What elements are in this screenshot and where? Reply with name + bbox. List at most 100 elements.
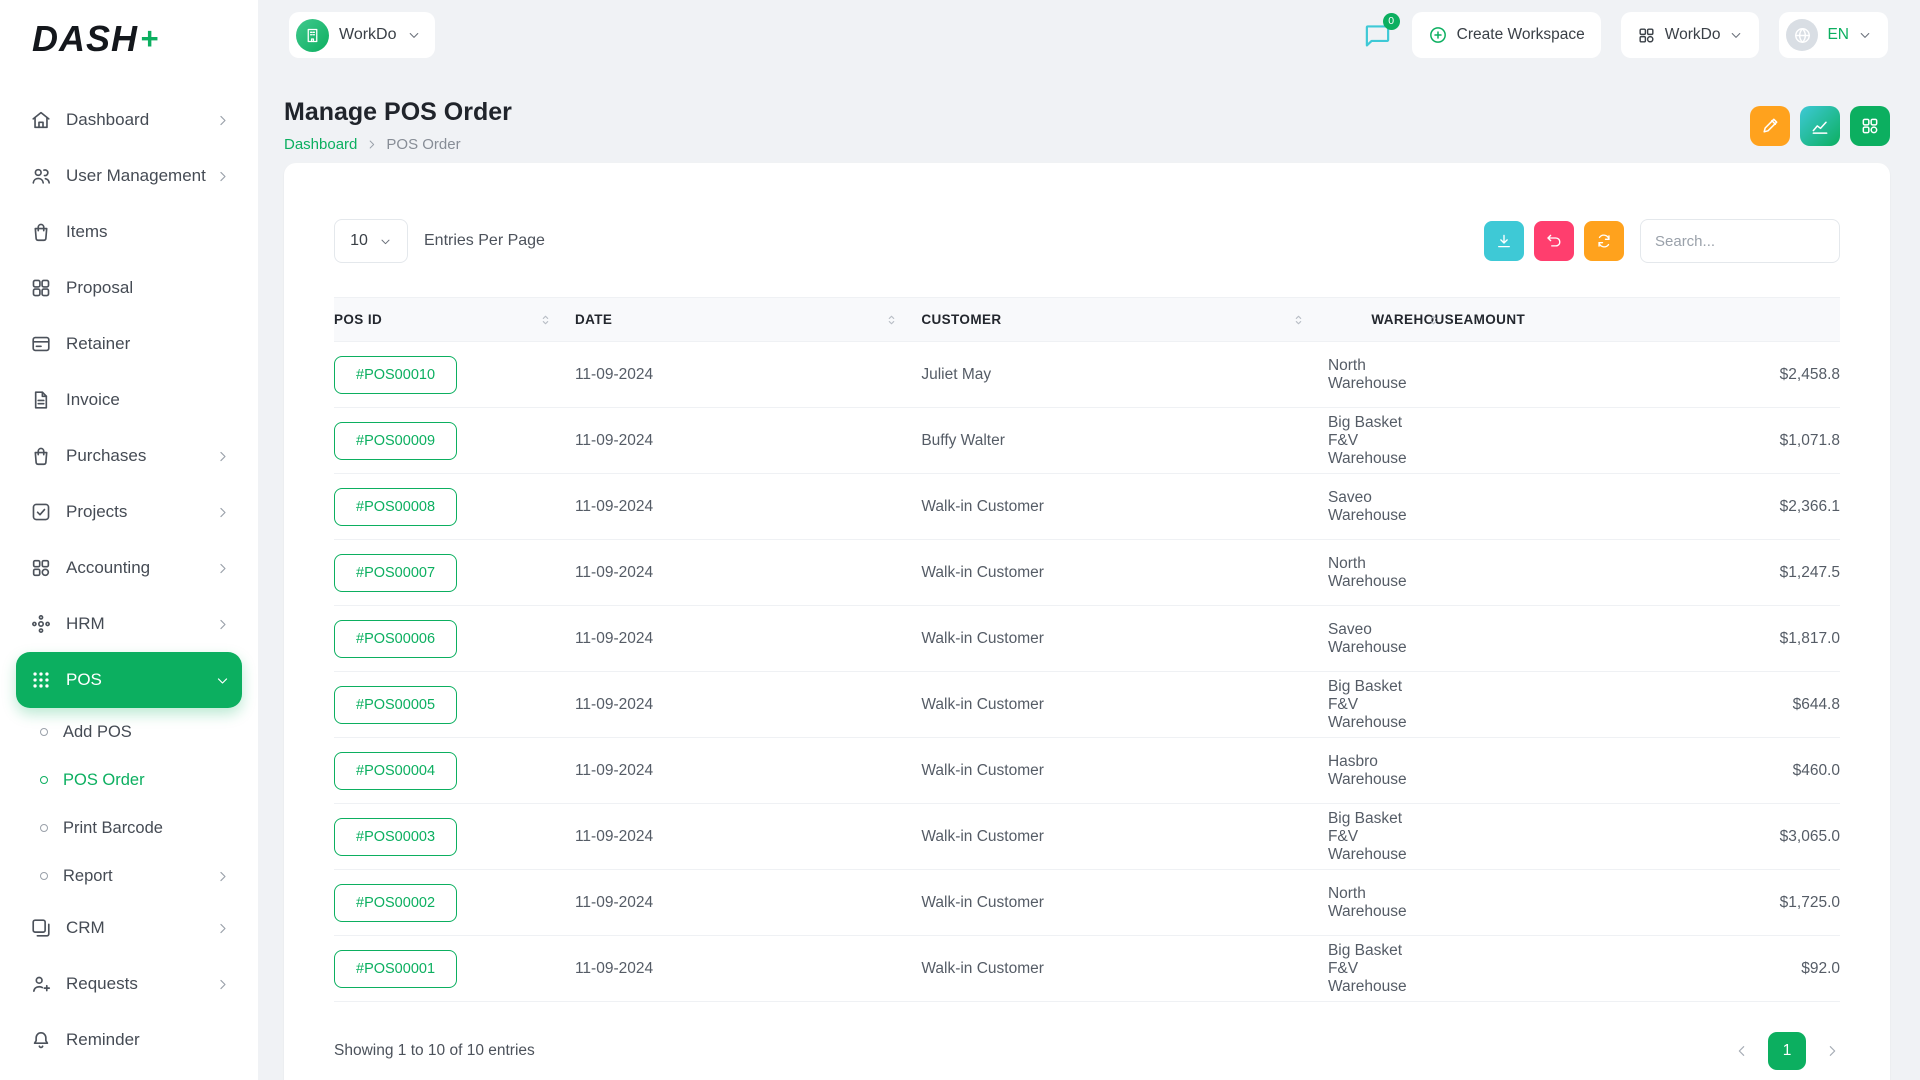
- sort-icon[interactable]: [884, 312, 899, 327]
- table-header-row: POS ID DATE CUSTOMER: [334, 298, 1840, 342]
- sidebar-item-label: Print Barcode: [63, 819, 230, 838]
- pagination-next-button[interactable]: [1824, 1043, 1840, 1059]
- sidebar-item[interactable]: Reminder: [16, 1012, 242, 1068]
- topbar: WorkDo 0 Create Workspace WorkDo: [258, 0, 1920, 70]
- pos-id-badge[interactable]: #POS00002: [334, 884, 457, 922]
- breadcrumb: Dashboard POS Order: [284, 136, 512, 153]
- sidebar-item-label: Report: [63, 867, 215, 886]
- user-menu-label: WorkDo: [1665, 26, 1721, 44]
- chat-button[interactable]: 0: [1363, 21, 1392, 50]
- cell-customer: Buffy Walter: [921, 408, 1328, 474]
- sidebar-item[interactable]: Projects: [16, 484, 242, 540]
- sidebar-item[interactable]: Invoice: [16, 372, 242, 428]
- sidebar-item[interactable]: User Management: [16, 148, 242, 204]
- sidebar-item-label: Items: [66, 222, 230, 242]
- pencil-icon: [1760, 116, 1780, 136]
- search-input[interactable]: [1640, 219, 1840, 263]
- sidebar-item[interactable]: POS Order: [16, 756, 242, 804]
- language-selector[interactable]: EN: [1779, 12, 1888, 58]
- sort-icon[interactable]: [538, 312, 553, 327]
- column-header-label: POS ID: [334, 312, 382, 327]
- sidebar-nav: Dashboard User Management Items: [16, 92, 242, 1068]
- sidebar-item[interactable]: Dashboard: [16, 92, 242, 148]
- pos-id-badge[interactable]: #POS00007: [334, 554, 457, 592]
- pos-id-badge[interactable]: #POS00010: [334, 356, 457, 394]
- topbar-right: 0 Create Workspace WorkDo EN: [1363, 12, 1888, 58]
- home-icon: [30, 109, 52, 131]
- plus-circle-icon: [1428, 25, 1448, 45]
- create-workspace-button[interactable]: Create Workspace: [1412, 12, 1601, 58]
- cell-warehouse: Big Basket F&V Warehouse: [1328, 936, 1464, 1002]
- breadcrumb-dashboard-link[interactable]: Dashboard: [284, 136, 357, 153]
- pagination-prev-button[interactable]: [1734, 1043, 1750, 1059]
- sidebar-item[interactable]: HRM: [16, 596, 242, 652]
- cell-customer: Walk-in Customer: [921, 936, 1328, 1002]
- sidebar-item[interactable]: Proposal: [16, 260, 242, 316]
- cell-date: 11-09-2024: [575, 738, 921, 804]
- sidebar-item[interactable]: Requests: [16, 956, 242, 1012]
- toolbar-right: [1484, 219, 1840, 263]
- column-header[interactable]: CUSTOMER: [921, 298, 1328, 342]
- quick-action-button[interactable]: [1800, 106, 1840, 146]
- pos-id-badge[interactable]: #POS00005: [334, 686, 457, 724]
- sidebar-item[interactable]: Print Barcode: [16, 804, 242, 852]
- brand-logo[interactable]: DASH +: [16, 0, 242, 78]
- sidebar-item[interactable]: Purchases: [16, 428, 242, 484]
- app: DASH + Dashboard User Management: [0, 0, 1920, 1080]
- cell-amount: $460.0: [1463, 738, 1840, 804]
- sidebar-item[interactable]: Accounting: [16, 540, 242, 596]
- sidebar-item[interactable]: Items: [16, 204, 242, 260]
- chevron-right-icon: [215, 921, 230, 936]
- pos-id-badge[interactable]: #POS00003: [334, 818, 457, 856]
- sidebar-item[interactable]: POS: [16, 652, 242, 708]
- file-icon: [30, 389, 52, 411]
- chevron-right-icon: [215, 169, 230, 184]
- cell-customer: Walk-in Customer: [921, 540, 1328, 606]
- sidebar-item[interactable]: CRM: [16, 900, 242, 956]
- sort-icon[interactable]: [1291, 312, 1306, 327]
- workspace-selector[interactable]: WorkDo: [289, 12, 435, 58]
- quick-action-button[interactable]: [1850, 106, 1890, 146]
- table-row: #POS00004 11-09-2024 Walk-in Customer Ha…: [334, 738, 1840, 804]
- card-footer: Showing 1 to 10 of 10 entries 1: [334, 1002, 1840, 1080]
- column-header[interactable]: DATE: [575, 298, 921, 342]
- table-row: #POS00005 11-09-2024 Walk-in Customer Bi…: [334, 672, 1840, 738]
- toolbar-action-button[interactable]: [1584, 221, 1624, 261]
- cell-date: 11-09-2024: [575, 672, 921, 738]
- table-row: #POS00002 11-09-2024 Walk-in Customer No…: [334, 870, 1840, 936]
- user-menu-button[interactable]: WorkDo: [1621, 12, 1760, 58]
- sidebar-item[interactable]: Report: [16, 852, 242, 900]
- cell-warehouse: Saveo Warehouse: [1328, 606, 1464, 672]
- pagination-page-1[interactable]: 1: [1768, 1032, 1806, 1070]
- sidebar-item[interactable]: Retainer: [16, 316, 242, 372]
- column-header[interactable]: AMOUNT: [1463, 298, 1840, 342]
- cell-warehouse: Big Basket F&V Warehouse: [1328, 408, 1464, 474]
- main-area: WorkDo 0 Create Workspace WorkDo: [258, 0, 1920, 1080]
- toolbar-action-button[interactable]: [1534, 221, 1574, 261]
- table-row: #POS00008 11-09-2024 Walk-in Customer Sa…: [334, 474, 1840, 540]
- entries-per-page-select[interactable]: 10: [334, 219, 408, 263]
- pos-id-badge[interactable]: #POS00001: [334, 950, 457, 988]
- cell-amount: $1,725.0: [1463, 870, 1840, 936]
- column-header[interactable]: WAREHOUSE: [1328, 298, 1464, 342]
- quick-action-button[interactable]: [1750, 106, 1790, 146]
- pos-id-badge[interactable]: #POS00008: [334, 488, 457, 526]
- entries-summary: Showing 1 to 10 of 10 entries: [334, 1042, 535, 1060]
- pos-id-badge[interactable]: #POS00004: [334, 752, 457, 790]
- cell-customer: Walk-in Customer: [921, 672, 1328, 738]
- cell-amount: $3,065.0: [1463, 804, 1840, 870]
- sort-icon[interactable]: [1426, 312, 1441, 327]
- pos-id-badge[interactable]: #POS00006: [334, 620, 457, 658]
- sidebar-item-label: Reminder: [66, 1030, 230, 1050]
- chevron-down-icon: [1729, 28, 1743, 42]
- cell-amount: $1,817.0: [1463, 606, 1840, 672]
- users-icon: [30, 165, 52, 187]
- toolbar-action-button[interactable]: [1484, 221, 1524, 261]
- breadcrumb-separator-icon: [365, 138, 378, 151]
- chevron-right-icon: [215, 869, 230, 884]
- cell-date: 11-09-2024: [575, 606, 921, 672]
- column-header[interactable]: POS ID: [334, 298, 575, 342]
- pos-id-badge[interactable]: #POS00009: [334, 422, 457, 460]
- cell-warehouse: North Warehouse: [1328, 870, 1464, 936]
- sidebar-item[interactable]: Add POS: [16, 708, 242, 756]
